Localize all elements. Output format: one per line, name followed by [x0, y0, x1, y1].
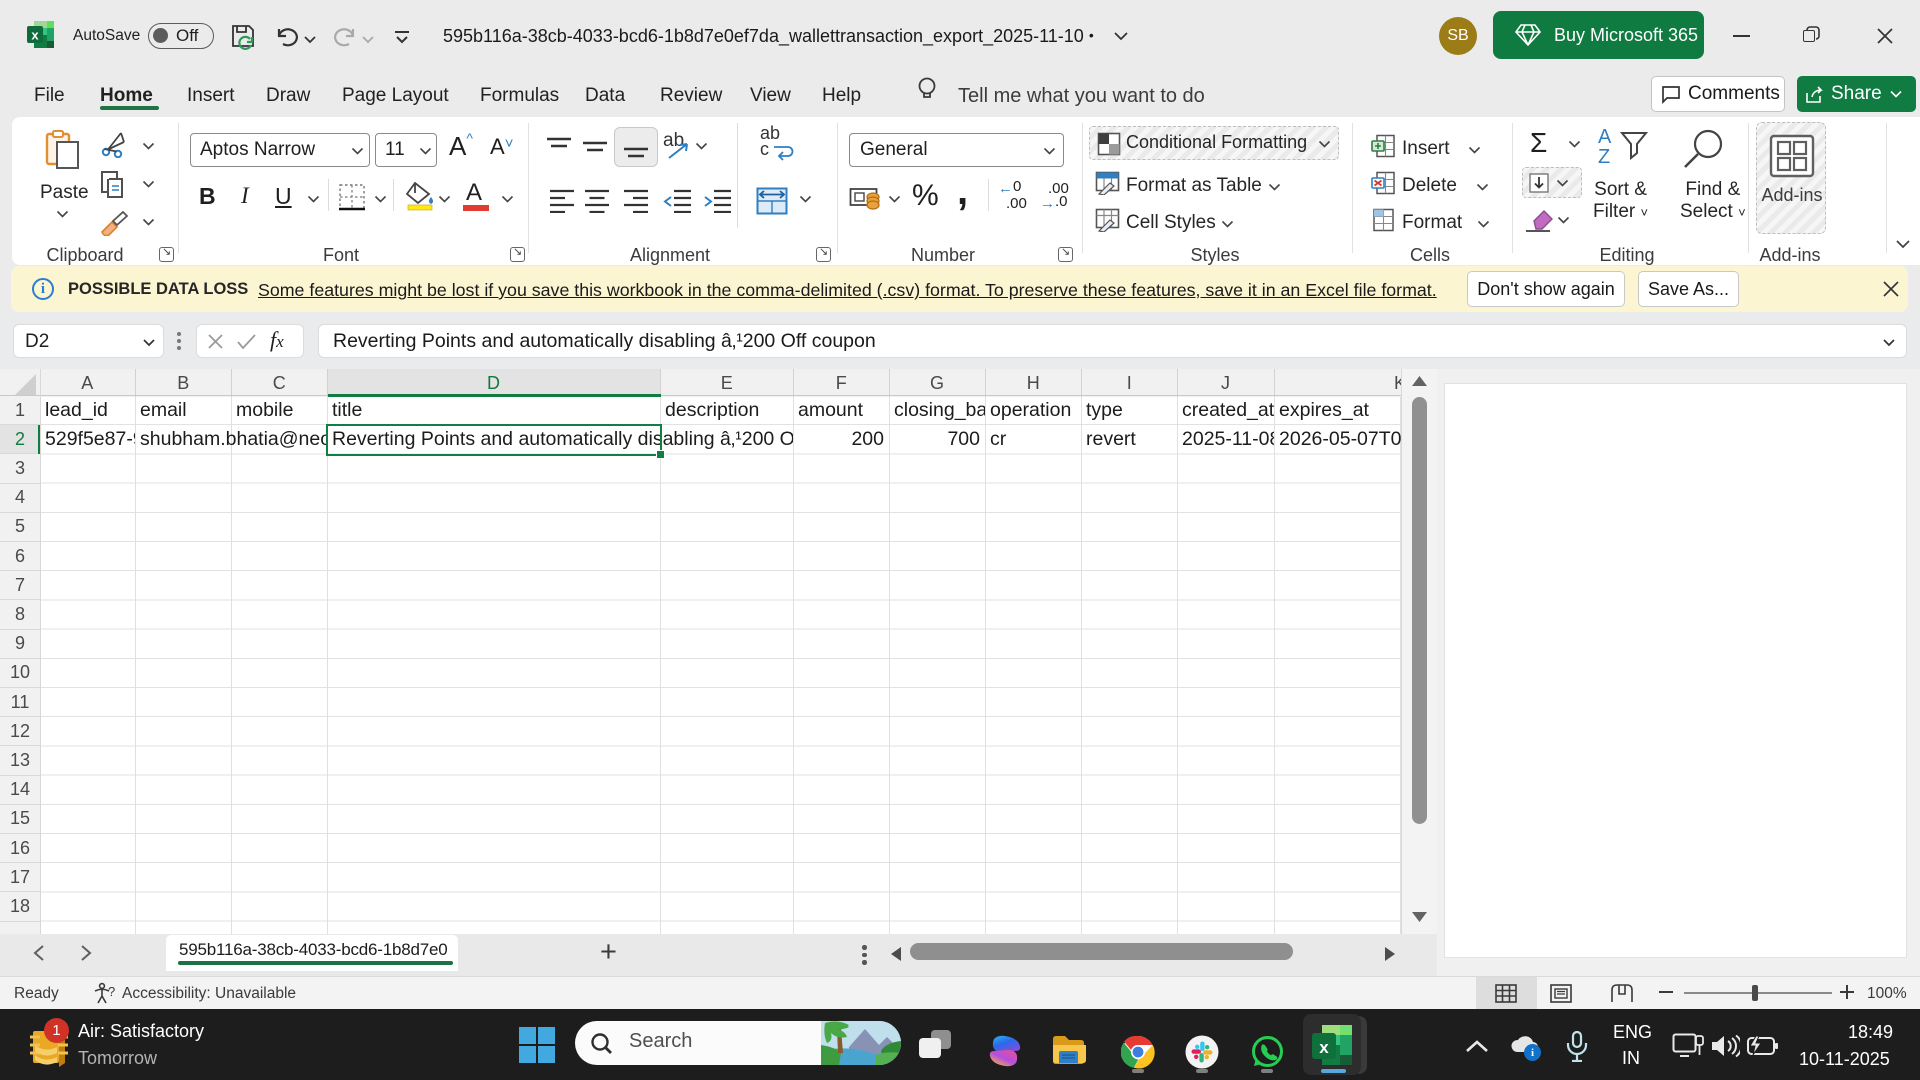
svg-text:x: x: [31, 28, 39, 43]
svg-text:x: x: [1319, 1038, 1329, 1057]
svg-text:?: ?: [108, 984, 115, 999]
